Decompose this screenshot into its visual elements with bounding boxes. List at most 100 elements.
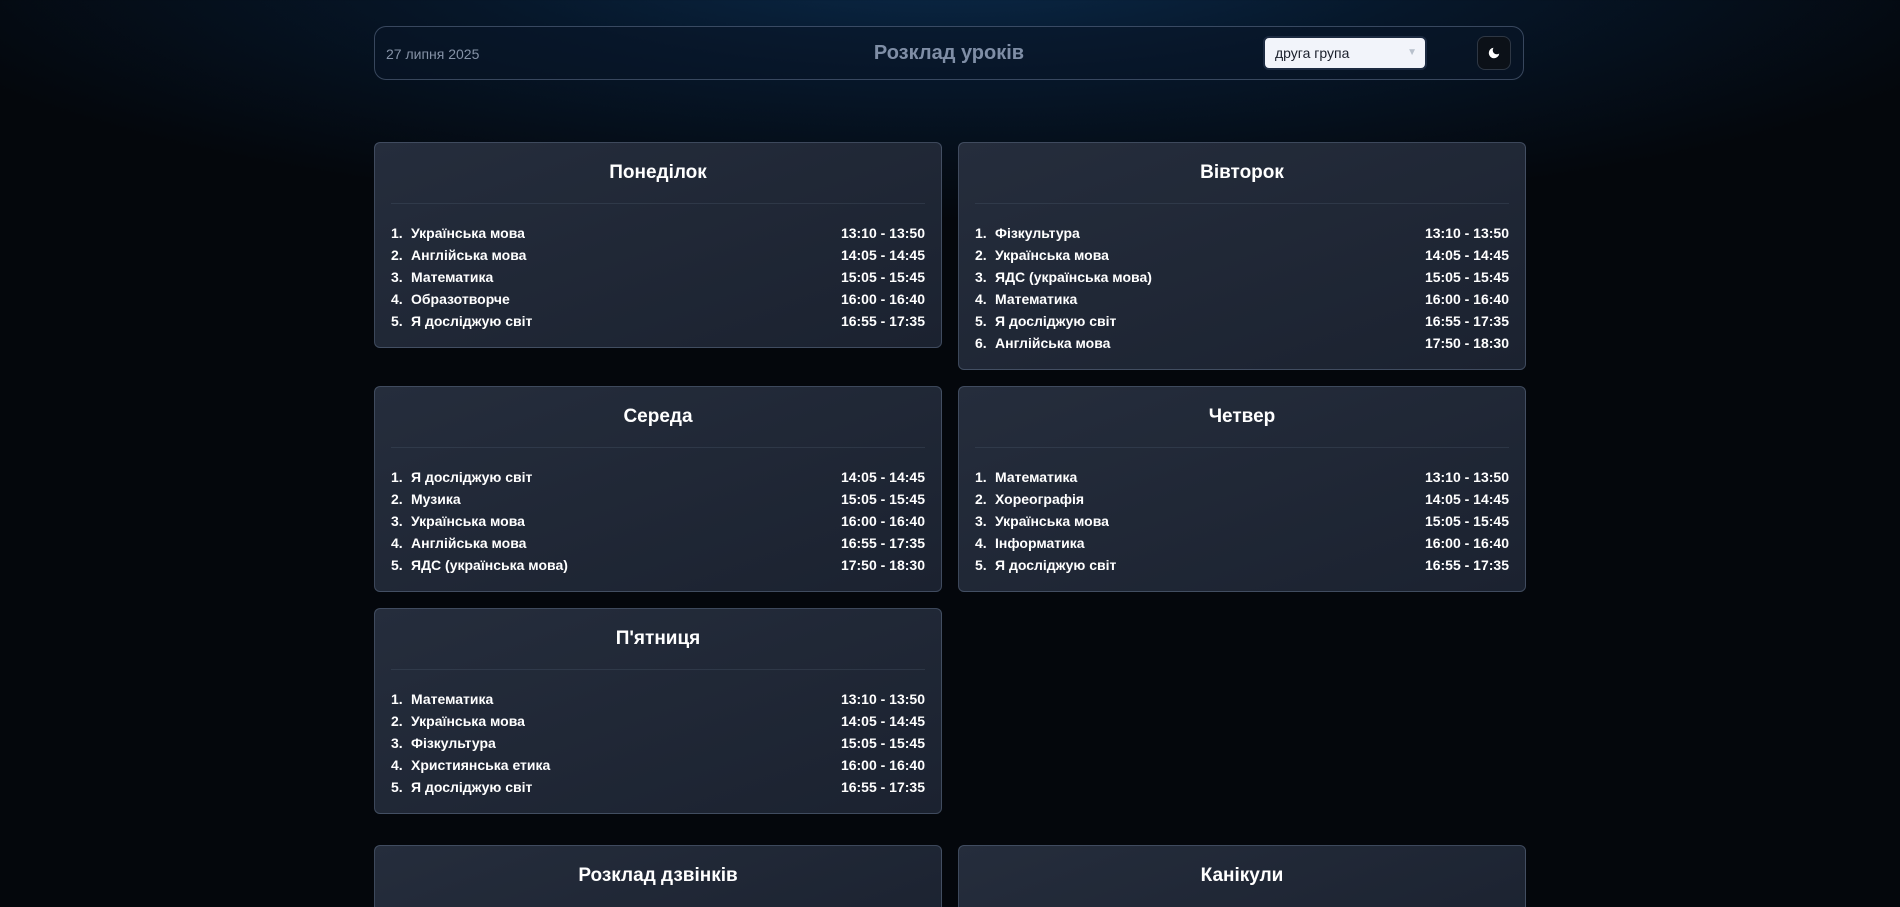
lesson-subject: 1. Українська мова [391, 222, 525, 244]
lesson-row: 2. Українська мова 14:05 - 14:45 [391, 710, 925, 732]
lesson-row: 5. Я досліджую світ 16:55 - 17:35 [391, 776, 925, 798]
lesson-number: 2. [391, 247, 403, 263]
day-card-friday: П'ятниця 1. Математика 13:10 - 13:50 2. Укра… [374, 608, 942, 814]
lesson-number: 1. [975, 469, 987, 485]
lesson-number: 4. [975, 535, 987, 551]
lesson-name: Англійська мова [995, 335, 1111, 351]
lesson-name: Я досліджую світ [411, 469, 533, 485]
lesson-name: Українська мова [995, 513, 1109, 529]
lesson-list: 1. Фізкультура 13:10 - 13:50 2. Українська м… [959, 204, 1525, 366]
lesson-row: 4. Образотворче 16:00 - 16:40 [391, 288, 925, 310]
lesson-number: 2. [975, 247, 987, 263]
lesson-time: 16:00 - 16:40 [840, 513, 925, 529]
lesson-subject: 1. Математика [975, 466, 1077, 488]
lesson-row: 3. Українська мова 16:00 - 16:40 [391, 510, 925, 532]
lesson-number: 1. [391, 469, 403, 485]
lesson-name: Англійська мова [411, 247, 527, 263]
lesson-row: 1. Математика 13:10 - 13:50 [391, 688, 925, 710]
lesson-subject: 1. Фізкультура [975, 222, 1080, 244]
lesson-time: 14:05 - 14:45 [840, 713, 925, 729]
lesson-time: 14:05 - 14:45 [840, 247, 925, 263]
lesson-number: 3. [975, 513, 987, 529]
lesson-time: 15:05 - 15:45 [840, 491, 925, 507]
lesson-time: 16:55 - 17:35 [840, 779, 925, 795]
lesson-row: 3. ЯДС (українська мова) 15:05 - 15:45 [975, 266, 1509, 288]
lesson-time: 14:05 - 14:45 [1424, 247, 1509, 263]
lesson-time: 16:55 - 17:35 [840, 313, 925, 329]
lesson-list: 1. Українська мова 13:10 - 13:50 2. Англійсь… [375, 204, 941, 344]
bell-schedule-card: Розклад дзвінків [374, 845, 942, 907]
lesson-number: 1. [391, 691, 403, 707]
lesson-time: 13:10 - 13:50 [1424, 469, 1509, 485]
lesson-row: 5. Я досліджую світ 16:55 - 17:35 [975, 310, 1509, 332]
lesson-number: 3. [391, 269, 403, 285]
lesson-time: 13:10 - 13:50 [1424, 225, 1509, 241]
lesson-number: 2. [975, 491, 987, 507]
lesson-subject: 3. Українська мова [391, 510, 525, 532]
lesson-name: Англійська мова [411, 535, 527, 551]
lesson-subject: 1. Математика [391, 688, 493, 710]
holidays-title: Канікули [1200, 865, 1284, 886]
holidays-card: Канікули [958, 845, 1526, 907]
lesson-name: Хореографія [995, 491, 1085, 507]
lesson-row: 5. Я досліджую світ 16:55 - 17:35 [391, 310, 925, 332]
lesson-subject: 2. Українська мова [391, 710, 525, 732]
theme-toggle-button[interactable] [1477, 36, 1511, 70]
lesson-subject: 5. Я досліджую світ [391, 776, 532, 798]
lesson-subject: 4. Християнська етика [391, 754, 550, 776]
lesson-time: 14:05 - 14:45 [840, 469, 925, 485]
current-date: 27 липня 2025 [386, 46, 480, 62]
group-select[interactable]: друга група ▼ [1263, 36, 1427, 70]
day-title: Середа [623, 406, 693, 427]
header-bar: 27 липня 2025 Розклад уроків друга група… [374, 26, 1524, 80]
bell-schedule-title: Розклад дзвінків [578, 865, 738, 886]
lesson-subject: 6. Англійська мова [975, 332, 1110, 354]
lesson-time: 13:10 - 13:50 [840, 691, 925, 707]
lesson-name: Інформатика [995, 535, 1085, 551]
lesson-row: 4. Англійська мова 16:55 - 17:35 [391, 532, 925, 554]
lesson-name: ЯДС (українська мова) [411, 557, 568, 573]
lesson-name: Фізкультура [995, 225, 1080, 241]
lesson-time: 16:55 - 17:35 [840, 535, 925, 551]
lesson-number: 5. [391, 313, 403, 329]
lesson-time: 15:05 - 15:45 [1424, 269, 1509, 285]
lesson-name: Українська мова [995, 247, 1109, 263]
lesson-name: Образотворче [411, 291, 510, 307]
lesson-time: 16:00 - 16:40 [840, 291, 925, 307]
lesson-row: 4. Математика 16:00 - 16:40 [975, 288, 1509, 310]
lesson-row: 2. Англійська мова 14:05 - 14:45 [391, 244, 925, 266]
lesson-number: 3. [391, 513, 403, 529]
lesson-time: 13:10 - 13:50 [840, 225, 925, 241]
day-card-monday: Понеділок 1. Українська мова 13:10 - 13:50… [374, 142, 942, 348]
lesson-number: 1. [391, 225, 403, 241]
lesson-row: 2. Хореографія 14:05 - 14:45 [975, 488, 1509, 510]
lesson-name: Християнська етика [411, 757, 551, 773]
day-title: Четвер [1208, 406, 1276, 427]
lesson-number: 6. [975, 335, 987, 351]
lesson-row: 2. Музика 15:05 - 15:45 [391, 488, 925, 510]
lesson-subject: 4. Англійська мова [391, 532, 526, 554]
lesson-number: 1. [975, 225, 987, 241]
lesson-name: Я досліджую світ [995, 313, 1117, 329]
lesson-subject: 2. Хореографія [975, 488, 1084, 510]
lesson-number: 3. [391, 735, 403, 751]
lesson-row: 4. Християнська етика 16:00 - 16:40 [391, 754, 925, 776]
lesson-subject: 3. ЯДС (українська мова) [975, 266, 1152, 288]
lesson-number: 3. [975, 269, 987, 285]
lesson-name: Математика [411, 269, 494, 285]
lesson-row: 2. Українська мова 14:05 - 14:45 [975, 244, 1509, 266]
lesson-row: 5. ЯДС (українська мова) 17:50 - 18:30 [391, 554, 925, 576]
lesson-row: 1. Я досліджую світ 14:05 - 14:45 [391, 466, 925, 488]
lesson-subject: 4. Образотворче [391, 288, 510, 310]
lesson-subject: 4. Інформатика [975, 532, 1085, 554]
lesson-subject: 3. Математика [391, 266, 493, 288]
day-title: П'ятниця [615, 628, 701, 649]
lesson-name: Музика [411, 491, 461, 507]
lesson-name: ЯДС (українська мова) [995, 269, 1152, 285]
lesson-row: 3. Українська мова 15:05 - 15:45 [975, 510, 1509, 532]
lesson-number: 4. [391, 535, 403, 551]
lesson-name: Математика [995, 469, 1078, 485]
day-title: Вівторок [1200, 162, 1284, 183]
lesson-number: 2. [391, 491, 403, 507]
lesson-name: Фізкультура [411, 735, 496, 751]
